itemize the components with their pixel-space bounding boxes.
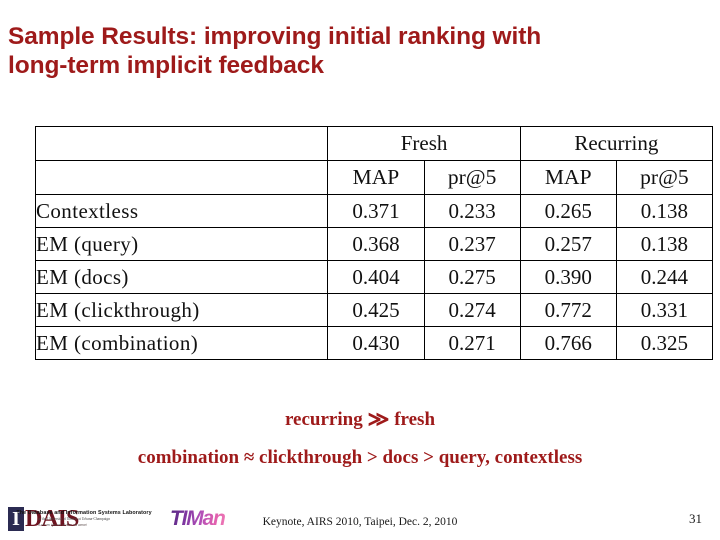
- cell-value: 0.271: [423, 326, 521, 360]
- column-header-fresh-map: MAP: [327, 160, 425, 195]
- conclusion-line-2: combination ≈ clickthrough > docs > quer…: [137, 447, 583, 468]
- column-group-fresh: Fresh: [327, 126, 521, 161]
- column-header-recurring-pr5: pr@5: [615, 160, 714, 195]
- column-group-recurring: Recurring: [519, 126, 714, 161]
- row-label-em-combination: EM (combination): [34, 326, 329, 360]
- cell-value: 0.233: [423, 194, 521, 228]
- row-label-em-docs: EM (docs): [34, 260, 329, 294]
- cell-value: 0.325: [615, 326, 714, 360]
- dais-logo: I DAIS The Database and Information Syst…: [8, 506, 152, 532]
- table-row: EM (docs) 0.404 0.275 0.390 0.244: [34, 260, 714, 294]
- table-header-group-row: Fresh Recurring: [34, 126, 714, 161]
- cell-value: 0.257: [519, 227, 617, 261]
- cell-value: 0.138: [615, 227, 714, 261]
- table-row: EM (combination) 0.430 0.271 0.766 0.325: [34, 326, 714, 360]
- cell-value: 0.237: [423, 227, 521, 261]
- dais-logo-subtitle: The Database and Information Systems Lab…: [16, 506, 151, 530]
- cell-value: 0.331: [615, 293, 714, 327]
- cell-value: 0.275: [423, 260, 521, 294]
- table-corner-blank: [34, 126, 329, 161]
- column-header-fresh-pr5: pr@5: [423, 160, 521, 195]
- timan-logo: TIMan: [170, 507, 226, 530]
- column-header-recurring-map: MAP: [519, 160, 617, 195]
- cell-value: 0.772: [519, 293, 617, 327]
- cell-value: 0.430: [327, 326, 425, 360]
- cell-value: 0.425: [327, 293, 425, 327]
- row-label-contextless: Contextless: [34, 194, 329, 228]
- cell-value: 0.390: [519, 260, 617, 294]
- cell-value: 0.274: [423, 293, 521, 327]
- conclusion-1-term-left: recurring: [284, 409, 363, 430]
- cell-value: 0.368: [327, 227, 425, 261]
- table-row: EM (query) 0.368 0.237 0.257 0.138: [34, 227, 714, 261]
- page-number: 31: [689, 511, 702, 526]
- table-row: EM (clickthrough) 0.425 0.274 0.772 0.33…: [34, 293, 714, 327]
- table-header-metric-row: MAP pr@5 MAP pr@5: [34, 160, 714, 195]
- cell-value: 0.766: [519, 326, 617, 360]
- cell-value: 0.371: [327, 194, 425, 228]
- row-label-em-query: EM (query): [34, 227, 329, 261]
- dais-logo-subtitle-line3: Lorem ipsum dolor sit amet: [38, 521, 87, 527]
- cell-value: 0.138: [615, 194, 714, 228]
- conclusion-line-1: recurring ≫ fresh: [0, 407, 720, 432]
- much-greater-than-icon: ≫: [367, 407, 390, 431]
- conclusion-1-term-right: fresh: [394, 409, 436, 430]
- table-row: Contextless 0.371 0.233 0.265 0.138: [34, 194, 714, 228]
- cell-value: 0.265: [519, 194, 617, 228]
- page-title: Sample Results: improving initial rankin…: [8, 23, 542, 79]
- dais-logo-subtitle-line1: The Database and Information Systems Lab…: [16, 509, 152, 516]
- cell-value: 0.404: [327, 260, 425, 294]
- table-corner-blank-2: [34, 160, 329, 195]
- results-table: Fresh Recurring MAP pr@5 MAP pr@5 Contex…: [34, 126, 714, 360]
- row-label-em-clickthrough: EM (clickthrough): [34, 293, 329, 327]
- cell-value: 0.244: [615, 260, 714, 294]
- dais-logo-subtitle-line2: at the University of Illinois at Urbana-…: [38, 516, 111, 521]
